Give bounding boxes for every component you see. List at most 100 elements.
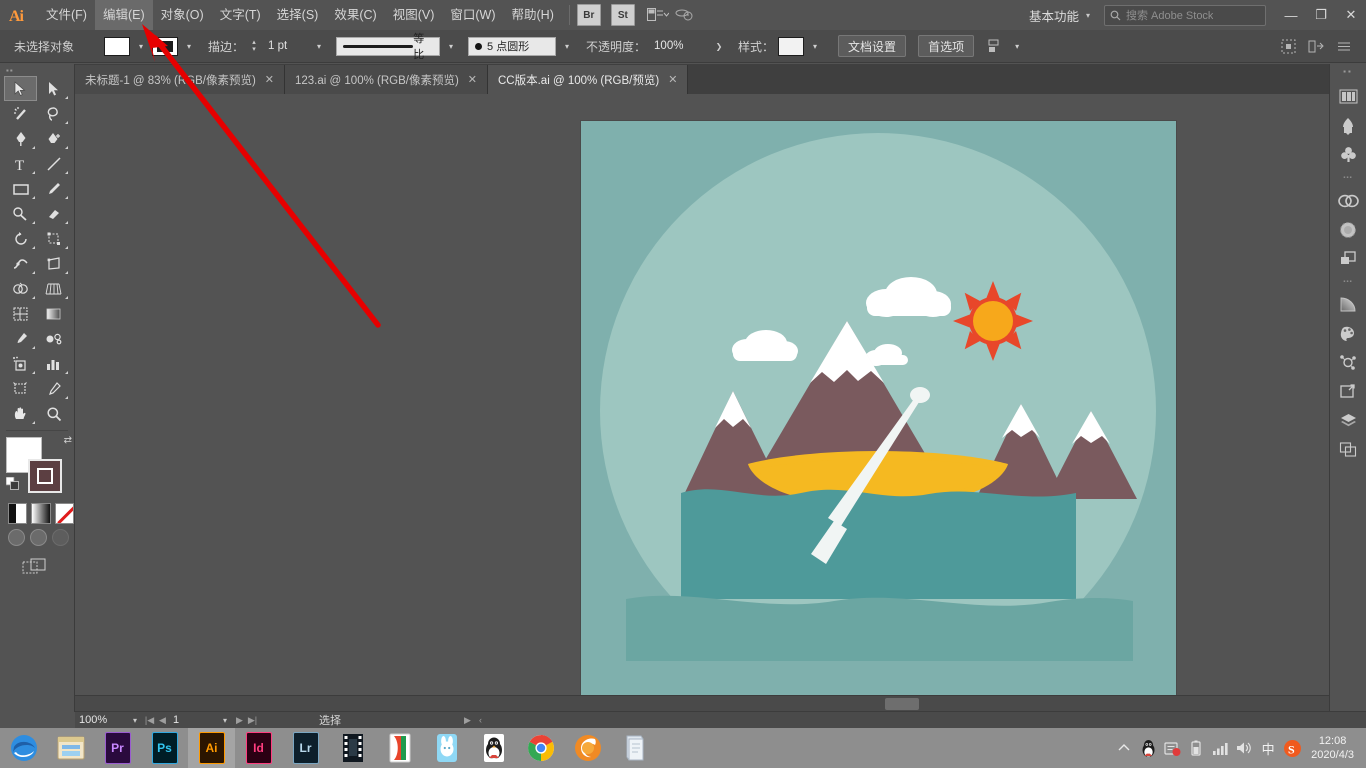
taskbar-item-indesign[interactable]: Id bbox=[235, 728, 282, 768]
stroke-color-swatch[interactable] bbox=[152, 36, 178, 56]
document-setup-button[interactable]: 文档设置 bbox=[838, 35, 907, 57]
transform-panel-icon[interactable] bbox=[1330, 377, 1366, 406]
stock-search-box[interactable]: 搜索 Adobe Stock bbox=[1104, 4, 1266, 26]
taskbar-item-illustrator[interactable]: Ai bbox=[188, 728, 235, 768]
notification-tray-icon[interactable] bbox=[1161, 728, 1183, 768]
last-artboard-button[interactable]: ▶| bbox=[246, 715, 259, 726]
magic-wand-tool[interactable] bbox=[4, 101, 37, 126]
none-mode-button[interactable] bbox=[54, 503, 74, 524]
taskbar-item-photoshop[interactable]: Ps bbox=[141, 728, 188, 768]
default-fill-stroke-icon[interactable] bbox=[5, 476, 19, 490]
volume-icon[interactable] bbox=[1233, 728, 1255, 768]
opacity-input[interactable]: 100% bbox=[650, 37, 709, 55]
stroke-profile-chevron-down-icon[interactable]: ▾ bbox=[444, 37, 458, 56]
tools-panel-grip[interactable]: ▪▪ bbox=[0, 64, 74, 76]
drawing-mode-behind-button[interactable] bbox=[30, 529, 47, 546]
pen-tool[interactable] bbox=[4, 126, 37, 151]
tab-close-icon[interactable]: ✕ bbox=[668, 73, 677, 86]
perspective-grid-tool[interactable] bbox=[37, 276, 70, 301]
symbols-panel-icon[interactable] bbox=[1330, 140, 1366, 169]
type-tool[interactable]: T bbox=[4, 151, 37, 176]
zoom-chevron-down-icon[interactable]: ▾ bbox=[127, 716, 143, 725]
taskbar-item-file-explorer[interactable] bbox=[47, 728, 94, 768]
drawing-mode-inside-button[interactable] bbox=[52, 529, 69, 546]
horizontal-scroll-thumb[interactable] bbox=[885, 698, 919, 710]
workspace-chevron-down-icon[interactable]: ▾ bbox=[1086, 11, 1090, 20]
bridge-button[interactable]: Br bbox=[576, 4, 601, 26]
align-chevron-down-icon[interactable]: ▾ bbox=[1010, 37, 1024, 56]
window-restore-button[interactable]: ❐ bbox=[1306, 0, 1336, 30]
taskbar-item-notes-app[interactable] bbox=[611, 728, 658, 768]
paintbrush-tool[interactable] bbox=[37, 176, 70, 201]
shaper-tool[interactable] bbox=[4, 201, 37, 226]
slice-tool[interactable] bbox=[37, 376, 70, 401]
scale-tool[interactable] bbox=[37, 226, 70, 251]
sync-settings-icon[interactable] bbox=[671, 4, 697, 26]
direct-selection-tool[interactable] bbox=[37, 76, 70, 101]
canvas-area[interactable]: ▲ ▼ ▶ bbox=[75, 94, 1366, 712]
swap-fill-stroke-icon[interactable]: ⇄ bbox=[64, 435, 72, 446]
menu-type[interactable]: 文字(T) bbox=[212, 0, 269, 30]
taskbar-item-chrome-browser[interactable] bbox=[517, 728, 564, 768]
canvas-horizontal-scrollbar[interactable]: ▶ bbox=[75, 695, 1350, 712]
arrange-documents-icon[interactable] bbox=[645, 4, 671, 26]
add-anchor-point-tool[interactable] bbox=[37, 126, 70, 151]
libraries-panel-icon[interactable] bbox=[1330, 82, 1366, 111]
stroke-weight-input[interactable]: 1 pt bbox=[264, 37, 309, 55]
drawing-mode-normal-button[interactable] bbox=[8, 529, 25, 546]
opacity-arrow-icon[interactable]: ❯ bbox=[712, 37, 726, 56]
color-guide-panel-icon[interactable] bbox=[1330, 215, 1366, 244]
dock-grip[interactable]: ▪▪ bbox=[1330, 64, 1366, 78]
rotate-tool[interactable] bbox=[4, 226, 37, 251]
screen-mode-button[interactable] bbox=[22, 558, 74, 579]
creative-cloud-panel-icon[interactable] bbox=[1330, 186, 1366, 215]
workspace-switcher[interactable]: 基本功能 bbox=[1025, 6, 1083, 25]
blend-tool[interactable] bbox=[37, 326, 70, 351]
selection-tool[interactable] bbox=[4, 76, 37, 101]
taskbar-item-lightroom[interactable]: Lr bbox=[282, 728, 329, 768]
status-expand-icon[interactable]: ▶ bbox=[461, 715, 474, 726]
menu-file[interactable]: 文件(F) bbox=[38, 0, 95, 30]
artboard-tool[interactable] bbox=[4, 376, 37, 401]
status-menu-icon[interactable]: ‹ bbox=[474, 715, 487, 725]
artboards-panel-icon[interactable] bbox=[1330, 435, 1366, 464]
shape-builder-tool[interactable] bbox=[4, 276, 37, 301]
color-mode-button[interactable] bbox=[8, 503, 28, 524]
document-tab[interactable]: 未标题-1 @ 83% (RGB/像素预览) ✕ bbox=[75, 65, 285, 94]
menu-select[interactable]: 选择(S) bbox=[269, 0, 327, 30]
column-graph-tool[interactable] bbox=[37, 351, 70, 376]
tab-close-icon[interactable]: ✕ bbox=[265, 73, 274, 86]
menu-help[interactable]: 帮助(H) bbox=[504, 0, 562, 30]
taskbar-clock[interactable]: 12:08 2020/4/3 bbox=[1305, 734, 1360, 762]
gradient-tool[interactable] bbox=[37, 301, 70, 326]
menu-effect[interactable]: 效果(C) bbox=[326, 0, 384, 30]
control-bar-menu-icon[interactable] bbox=[1334, 36, 1354, 56]
fill-chevron-down-icon[interactable]: ▾ bbox=[134, 37, 148, 56]
first-artboard-button[interactable]: |◀ bbox=[143, 715, 156, 726]
lasso-tool[interactable] bbox=[37, 101, 70, 126]
line-segment-tool[interactable] bbox=[37, 151, 70, 176]
battery-icon[interactable] bbox=[1185, 728, 1207, 768]
stroke-panel-icon[interactable] bbox=[1330, 348, 1366, 377]
eyedropper-tool[interactable] bbox=[4, 326, 37, 351]
hand-tool[interactable] bbox=[4, 401, 37, 426]
align-to-selection-icon[interactable] bbox=[986, 36, 1006, 56]
taskbar-item-qq-messenger[interactable] bbox=[470, 728, 517, 768]
next-artboard-button[interactable]: ▶ bbox=[233, 715, 246, 726]
artboard-number-input[interactable]: 1 bbox=[169, 713, 217, 727]
menu-window[interactable]: 窗口(W) bbox=[442, 0, 503, 30]
gradient-panel-icon[interactable] bbox=[1330, 290, 1366, 319]
symbol-sprayer-tool[interactable] bbox=[4, 351, 37, 376]
width-tool[interactable] bbox=[4, 251, 37, 276]
taskbar-item-qq-pinyin[interactable] bbox=[423, 728, 470, 768]
taskbar-item-wps-office[interactable] bbox=[376, 728, 423, 768]
layers-panel-icon[interactable] bbox=[1330, 406, 1366, 435]
rectangle-tool[interactable] bbox=[4, 176, 37, 201]
taskbar-item-video-editor[interactable] bbox=[329, 728, 376, 768]
qq-tray-icon[interactable] bbox=[1137, 728, 1159, 768]
window-close-button[interactable]: ✕ bbox=[1336, 0, 1366, 30]
sogou-input-icon[interactable]: S bbox=[1281, 728, 1303, 768]
brush-definition-select[interactable]: 5 点圆形 bbox=[468, 36, 557, 56]
style-chevron-down-icon[interactable]: ▾ bbox=[808, 37, 822, 56]
artboard[interactable] bbox=[580, 120, 1177, 712]
